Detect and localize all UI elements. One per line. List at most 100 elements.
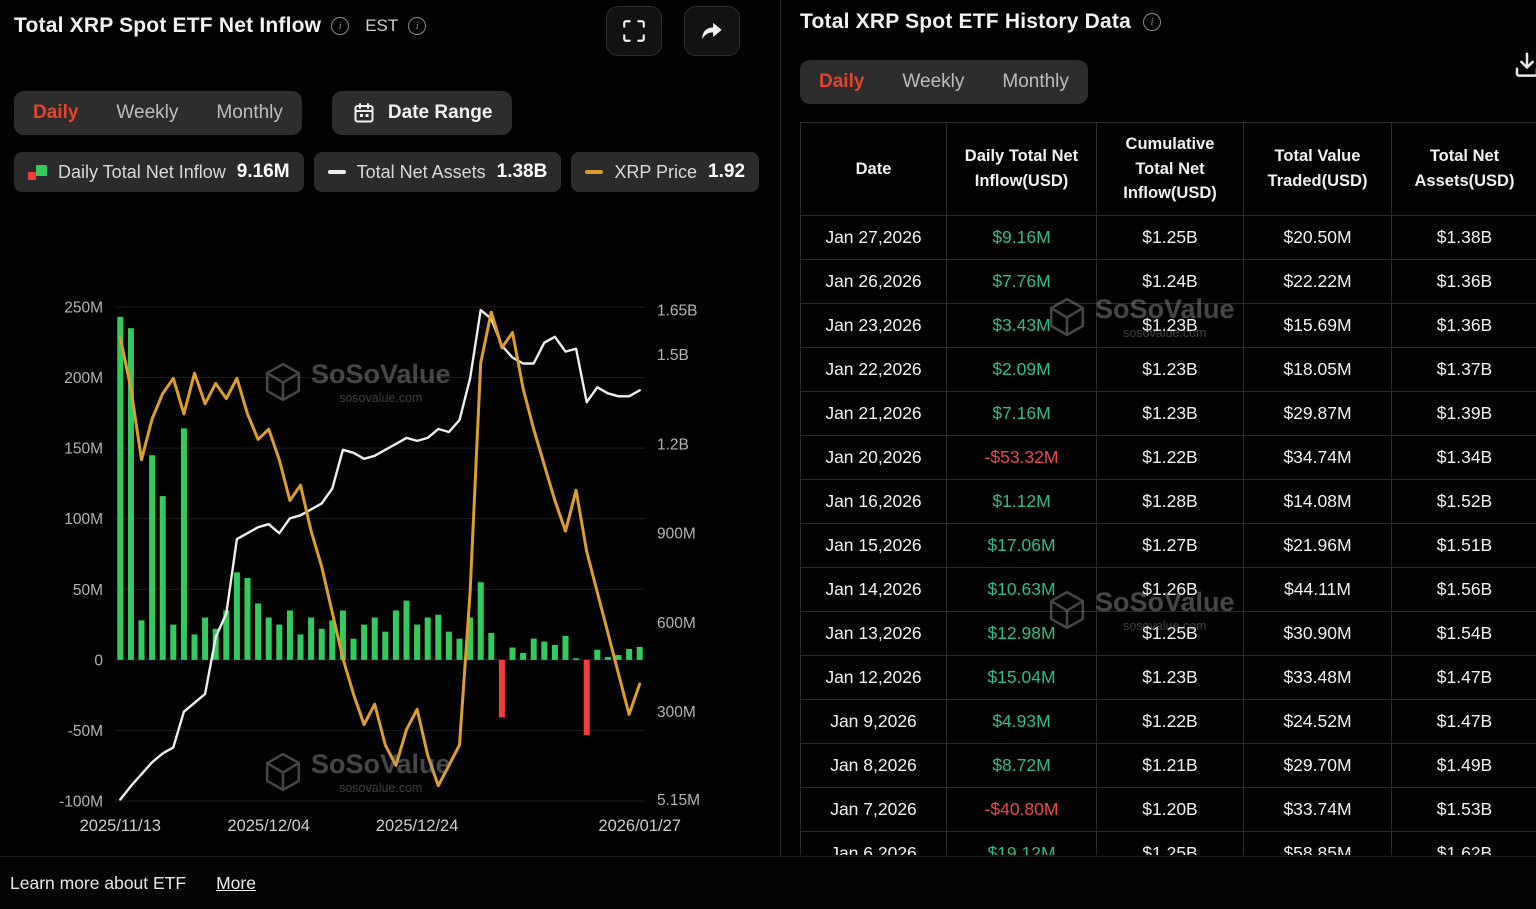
net-assets-cell: $1.38B xyxy=(1391,215,1536,260)
date-cell: Jan 6,2026 xyxy=(800,831,947,855)
value-traded-cell: $14.08M xyxy=(1243,479,1392,524)
cumulative-inflow-cell: $1.26B xyxy=(1096,567,1244,612)
svg-text:300M: 300M xyxy=(657,704,696,721)
cumulative-inflow-cell: $1.25B xyxy=(1096,831,1244,855)
inflow-chart-canvas[interactable]: 250M 200M 150M 100M 50M 0 -50M -100M 1.65B 1.5B 1.… xyxy=(0,285,780,850)
value-traded-cell: $33.48M xyxy=(1243,655,1392,700)
legend-value: 9.16M xyxy=(236,161,290,182)
cumulative-inflow-cell: $1.24B xyxy=(1096,259,1244,304)
history-tab-weekly[interactable]: Weekly xyxy=(883,60,983,104)
daily-inflow-cell: $4.93M xyxy=(946,699,1097,744)
cumulative-inflow-cell: $1.23B xyxy=(1096,391,1244,436)
net-inflow-panel: Total XRP Spot ETF Net Inflow i EST i Da… xyxy=(0,0,780,909)
value-traded-cell: $22.22M xyxy=(1243,259,1392,304)
date-cell: Jan 12,2026 xyxy=(800,655,947,700)
history-row: Jan 9,2026 $4.93M $1.22B $24.52M $1.47B xyxy=(800,699,1536,744)
date-cell: Jan 13,2026 xyxy=(800,611,947,656)
net-assets-cell: $1.54B xyxy=(1391,611,1536,656)
value-traded-cell: $58.85M xyxy=(1243,831,1392,855)
net-assets-cell: $1.62B xyxy=(1391,831,1536,855)
date-cell: Jan 23,2026 xyxy=(800,303,947,348)
col-header-1: Daily Total Net Inflow(USD) xyxy=(946,122,1097,216)
inflow-chart[interactable]: 250M 200M 150M 100M 50M 0 -50M -100M 1.65B 1.5B 1.… xyxy=(0,285,780,850)
net-assets-cell: $1.47B xyxy=(1391,699,1536,744)
svg-text:1.2B: 1.2B xyxy=(657,436,689,453)
history-row: Jan 8,2026 $8.72M $1.21B $29.70M $1.49B xyxy=(800,743,1536,788)
history-row: Jan 26,2026 $7.76M $1.24B $22.22M $1.36B xyxy=(800,259,1536,304)
value-traded-cell: $21.96M xyxy=(1243,523,1392,568)
cumulative-inflow-cell: $1.27B xyxy=(1096,523,1244,568)
svg-text:-100M: -100M xyxy=(59,794,103,811)
date-cell: Jan 22,2026 xyxy=(800,347,947,392)
daily-inflow-cell: $2.09M xyxy=(946,347,1097,392)
value-traded-cell: $24.52M xyxy=(1243,699,1392,744)
cumulative-inflow-cell: $1.25B xyxy=(1096,215,1244,260)
share-button[interactable] xyxy=(684,6,740,56)
history-title: Total XRP Spot ETF History Data xyxy=(800,10,1131,33)
date-cell: Jan 27,2026 xyxy=(800,215,947,260)
col-header-4: Total Net Assets(USD) xyxy=(1391,122,1536,216)
date-range-label: Date Range xyxy=(387,102,493,123)
date-cell: Jan 9,2026 xyxy=(800,699,947,744)
history-info-icon[interactable]: i xyxy=(1142,13,1161,31)
more-link[interactable]: More xyxy=(216,873,256,894)
svg-text:2026/01/27: 2026/01/27 xyxy=(598,817,681,835)
history-table-wrap[interactable]: Date Daily Total Net Inflow(USD) Cumulativ… xyxy=(800,122,1536,855)
net-assets-cell: $1.36B xyxy=(1391,303,1536,348)
value-traded-cell: $15.69M xyxy=(1243,303,1392,348)
net-assets-cell: $1.49B xyxy=(1391,743,1536,788)
daily-inflow-cell: $15.04M xyxy=(946,655,1097,700)
history-row: Jan 7,2026 -$40.80M $1.20B $33.74M $1.53B xyxy=(800,787,1536,832)
chart-tab-weekly[interactable]: Weekly xyxy=(97,91,197,135)
daily-inflow-cell: $8.72M xyxy=(946,743,1097,788)
legend-value: 1.92 xyxy=(708,161,746,182)
legend-total-net-assets[interactable]: Total Net Assets 1.38B xyxy=(313,152,562,192)
history-tab-daily[interactable]: Daily xyxy=(800,60,883,104)
net-assets-cell: $1.36B xyxy=(1391,259,1536,304)
svg-text:0: 0 xyxy=(94,652,103,669)
svg-text:600M: 600M xyxy=(657,615,696,632)
svg-text:150M: 150M xyxy=(64,441,103,458)
value-traded-cell: $33.74M xyxy=(1243,787,1392,832)
history-row: Jan 20,2026 -$53.32M $1.22B $34.74M $1.34B xyxy=(800,435,1536,480)
download-button[interactable] xyxy=(1512,50,1536,83)
fullscreen-button[interactable] xyxy=(606,6,662,56)
chart-tab-daily[interactable]: Daily xyxy=(14,91,97,135)
history-row: Jan 16,2026 $1.12M $1.28B $14.08M $1.52B xyxy=(800,479,1536,524)
chart-tab-monthly[interactable]: Monthly xyxy=(197,91,302,135)
daily-inflow-cell: $9.16M xyxy=(946,215,1097,260)
col-header-2: Cumulative Total Net Inflow(USD) xyxy=(1096,122,1244,216)
page-title: Total XRP Spot ETF Net Inflow xyxy=(14,14,322,37)
timezone-info-icon[interactable]: i xyxy=(408,17,427,35)
legend-xrp-price[interactable]: XRP Price 1.92 xyxy=(571,152,760,192)
date-cell: Jan 16,2026 xyxy=(800,479,947,524)
page-footer: Learn more about ETF More xyxy=(0,856,1536,909)
net-assets-cell: $1.39B xyxy=(1391,391,1536,436)
cumulative-inflow-cell: $1.21B xyxy=(1096,743,1244,788)
history-tab-monthly[interactable]: Monthly xyxy=(983,60,1088,104)
info-icon[interactable]: i xyxy=(331,17,350,35)
legend-daily-total-net-inflow[interactable]: Daily Total Net Inflow 9.16M xyxy=(14,152,304,192)
history-row: Jan 23,2026 $3.43M $1.23B $15.69M $1.36B xyxy=(800,303,1536,348)
legend-label: XRP Price xyxy=(614,161,698,182)
net-assets-cell: $1.34B xyxy=(1391,435,1536,480)
calendar-icon xyxy=(354,103,374,123)
daily-inflow-cell: $12.98M xyxy=(946,611,1097,656)
date-range-button[interactable]: Date Range xyxy=(331,91,513,135)
value-traded-cell: $34.74M xyxy=(1243,435,1392,480)
share-icon xyxy=(702,22,722,40)
value-traded-cell: $29.87M xyxy=(1243,391,1392,436)
history-data-panel: Total XRP Spot ETF History Data i Daily W… xyxy=(781,0,1536,909)
net-assets-cell: $1.53B xyxy=(1391,787,1536,832)
daily-inflow-cell: $7.76M xyxy=(946,259,1097,304)
svg-text:250M: 250M xyxy=(64,300,103,317)
net-inflow-header: Total XRP Spot ETF Net Inflow i EST i xyxy=(14,14,427,38)
date-cell: Jan 8,2026 xyxy=(800,743,947,788)
cumulative-inflow-cell: $1.28B xyxy=(1096,479,1244,524)
daily-inflow-cell: $17.06M xyxy=(946,523,1097,568)
chart-actions xyxy=(606,6,740,56)
history-row: Jan 12,2026 $15.04M $1.23B $33.48M $1.47B xyxy=(800,655,1536,700)
cumulative-inflow-cell: $1.25B xyxy=(1096,611,1244,656)
interval-tabs: Daily Weekly Monthly xyxy=(14,91,302,135)
legend-value: 1.38B xyxy=(496,161,548,182)
